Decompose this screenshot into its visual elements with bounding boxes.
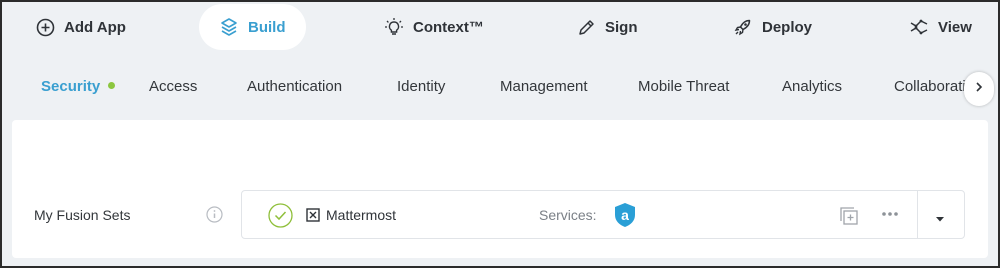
duplicate-icon[interactable] — [838, 205, 860, 232]
fusion-set-card[interactable]: Mattermost Services: a — [241, 190, 965, 239]
services-label: Services: — [539, 207, 597, 223]
tabs-scroll-right-button[interactable] — [964, 72, 994, 106]
info-icon[interactable] — [206, 206, 223, 228]
more-options-icon[interactable] — [880, 204, 900, 229]
rocket-icon — [733, 17, 753, 37]
plus-circle-icon — [36, 18, 55, 37]
shield-letter: a — [621, 207, 629, 223]
tab-authentication[interactable]: Authentication — [247, 78, 342, 95]
tab-security[interactable]: Security — [41, 78, 116, 95]
tab-label: Access — [149, 78, 198, 95]
deploy-button[interactable]: Deploy — [733, 4, 812, 50]
fusion-sets-label: My Fusion Sets — [34, 207, 131, 223]
tab-label: Management — [500, 78, 588, 95]
card-divider — [917, 191, 918, 238]
top-toolbar: Add App Build Context™ Sign Deploy View — [2, 2, 998, 54]
app-frame: Add App Build Context™ Sign Deploy View … — [0, 0, 1000, 268]
deploy-label: Deploy — [762, 18, 813, 36]
service-shield-icon[interactable]: a — [613, 202, 637, 233]
view-label: View — [938, 18, 972, 36]
view-button[interactable]: View — [909, 4, 972, 50]
caret-down-icon[interactable] — [934, 210, 946, 228]
view-network-icon — [909, 17, 929, 37]
build-cube-icon — [219, 17, 239, 37]
add-app-button[interactable]: Add App — [36, 4, 126, 50]
tab-mobile-threat[interactable]: Mobile Threat — [638, 78, 729, 95]
tab-label: Security — [41, 78, 101, 95]
context-button[interactable]: Context™ — [384, 4, 484, 50]
tab-label: Analytics — [782, 78, 843, 95]
tab-identity[interactable]: Identity — [397, 78, 445, 95]
tab-label: Mobile Threat — [638, 78, 730, 95]
pen-icon — [577, 18, 596, 37]
status-dot — [108, 82, 116, 89]
check-circle-icon[interactable] — [268, 203, 293, 233]
tab-label: Collaborati — [894, 78, 966, 95]
chevron-right-icon — [974, 80, 984, 98]
fusion-sets-panel: My Fusion Sets Mattermost Services: a — [12, 120, 988, 258]
mattermost-app-icon — [306, 208, 320, 227]
tab-label: Authentication — [247, 78, 343, 95]
lightbulb-icon — [384, 17, 404, 37]
build-label: Build — [248, 18, 286, 36]
context-label: Context™ — [413, 18, 484, 36]
app-name: Mattermost — [326, 207, 397, 223]
tab-collaboration[interactable]: Collaborati — [894, 78, 966, 95]
sign-button[interactable]: Sign — [577, 4, 638, 50]
tab-access[interactable]: Access — [149, 78, 197, 95]
tab-label: Identity — [397, 78, 446, 95]
category-tabs: Security Access Authentication Identity … — [2, 64, 998, 112]
tab-analytics[interactable]: Analytics — [782, 78, 842, 95]
sign-label: Sign — [605, 18, 638, 36]
add-app-label: Add App — [64, 18, 126, 36]
build-button[interactable]: Build — [199, 4, 306, 50]
tab-management[interactable]: Management — [500, 78, 588, 95]
